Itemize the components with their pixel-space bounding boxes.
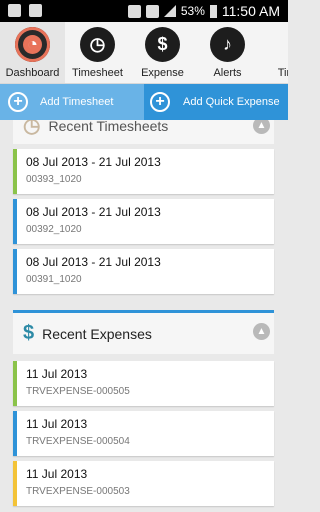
timesheet-id: 00391_1020: [26, 274, 82, 285]
nav-label: Timesheet: [72, 67, 123, 79]
nav-times[interactable]: Times: [260, 22, 288, 83]
timesheet-id: 00393_1020: [26, 174, 82, 185]
expense-id: TRVEXPENSE-000504: [26, 436, 130, 447]
mute-icon: [127, 4, 141, 18]
plus-icon: +: [8, 92, 28, 112]
nav-label: Alerts: [213, 67, 242, 79]
dollar-icon: $: [23, 322, 35, 344]
bell-icon: ♪: [210, 27, 245, 62]
expense-date: 11 Jul 2013: [26, 417, 88, 431]
expense-card[interactable]: 11 Jul 2013 TRVEXPENSE-000503: [13, 461, 274, 506]
nav-dashboard[interactable]: ◔ Dashboard: [0, 22, 65, 83]
timesheet-icon: ◷: [80, 27, 115, 62]
battery-icon: [209, 4, 217, 18]
expenses-title: Recent Expenses: [42, 325, 152, 342]
battery-percent: 53%: [180, 4, 205, 18]
nav-label: Expense: [141, 67, 184, 79]
nav-expense[interactable]: $ Expense: [130, 22, 195, 83]
dollar-icon: $: [145, 27, 180, 62]
add-quick-expense-label: Add Quick Expense: [183, 96, 280, 108]
expense-date: 11 Jul 2013: [26, 467, 88, 481]
timesheet-card[interactable]: 08 Jul 2013 - 21 Jul 2013 00392_1020: [13, 199, 274, 244]
status-bar: 53% 11:50 AM: [0, 0, 288, 22]
timesheet-id: 00392_1020: [26, 224, 82, 235]
action-bar-overlay: + Add Timesheet + Add Quick Expense: [0, 84, 288, 120]
expense-card[interactable]: 11 Jul 2013 TRVEXPENSE-000504: [13, 411, 274, 456]
timesheet-period: 08 Jul 2013 - 21 Jul 2013: [26, 155, 161, 169]
add-quick-expense-button[interactable]: + Add Quick Expense: [144, 84, 288, 120]
timesheet-card[interactable]: 08 Jul 2013 - 21 Jul 2013 00391_1020: [13, 249, 274, 294]
wifi-icon: [145, 4, 159, 18]
clock: 11:50 AM: [221, 3, 280, 19]
sd-card-icon: [29, 4, 42, 17]
plus-icon: +: [150, 92, 170, 112]
nav-label: Dashboard: [5, 67, 60, 79]
nav-timesheet[interactable]: ◷ Timesheet: [65, 22, 130, 83]
timesheet-period: 08 Jul 2013 - 21 Jul 2013: [26, 255, 161, 269]
expense-card[interactable]: 11 Jul 2013 TRVEXPENSE-000505: [13, 361, 274, 406]
expense-id: TRVEXPENSE-000505: [26, 386, 130, 397]
add-timesheet-button[interactable]: + Add Timesheet: [0, 84, 144, 120]
chevron-up-icon[interactable]: ▲: [253, 323, 270, 340]
signal-icon: [163, 5, 176, 17]
timesheet-period: 08 Jul 2013 - 21 Jul 2013: [26, 205, 161, 219]
top-nav: ◔ Dashboard ◷ Timesheet $ Expense ♪ Aler…: [0, 22, 288, 84]
timesheet-card[interactable]: 08 Jul 2013 - 21 Jul 2013 00393_1020: [13, 149, 274, 194]
expenses-header[interactable]: $ Recent Expenses ▲: [13, 310, 274, 354]
expense-date: 11 Jul 2013: [26, 367, 88, 381]
usb-icon: [8, 4, 21, 17]
expense-id: TRVEXPENSE-000503: [26, 486, 130, 497]
dashboard-icon: ◔: [15, 27, 50, 62]
add-timesheet-label: Add Timesheet: [40, 96, 114, 108]
nav-label: Times: [277, 67, 288, 79]
nav-alerts[interactable]: ♪ Alerts: [195, 22, 260, 83]
